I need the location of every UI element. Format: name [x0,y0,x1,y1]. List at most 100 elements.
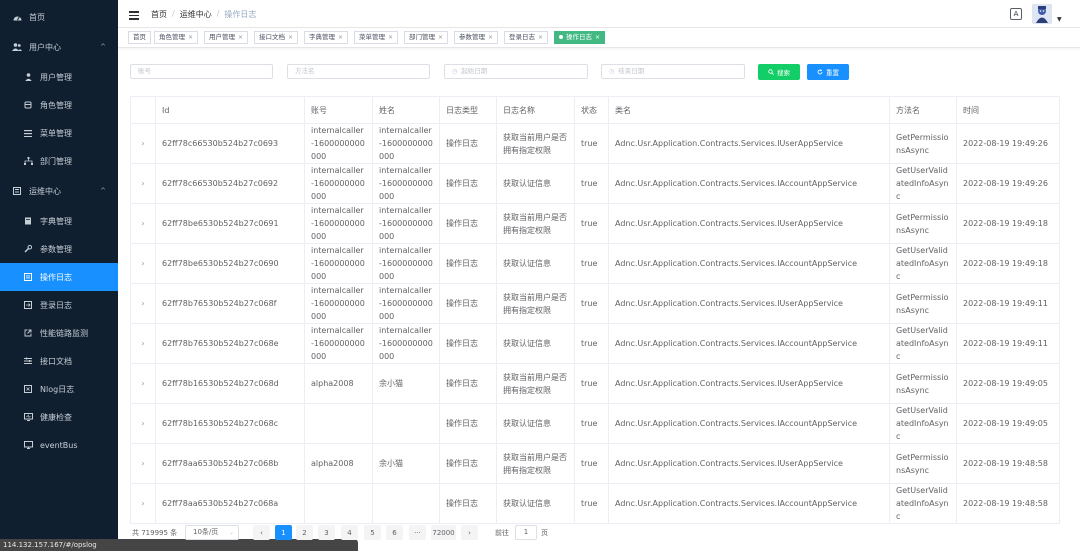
expand-cell[interactable]: › [130,444,156,483]
sidebar-item-role-management[interactable]: 角色管理 [0,91,118,119]
tag-user-management[interactable]: 用户管理 × [204,31,249,44]
tag-role-management[interactable]: 角色管理 × [154,31,199,44]
next-page-button[interactable]: › [461,525,478,540]
close-icon[interactable]: × [438,34,443,41]
sidebar-item-ops-center[interactable]: 运维中心 ^ [0,177,118,205]
language-switch-icon[interactable]: A [1010,8,1022,20]
column-header-logname[interactable]: 日志名称 [497,97,575,123]
close-icon[interactable]: × [538,34,543,41]
start-date-picker[interactable]: ◷ 起始日期 [444,64,588,79]
tag-param-management[interactable]: 参数管理 × [454,31,499,44]
search-button[interactable]: 搜索 [758,64,800,80]
expand-chevron-icon[interactable]: › [141,497,144,510]
hamburger-icon[interactable] [129,11,139,20]
page-ellipsis-button[interactable]: ··· [409,525,426,540]
expand-cell[interactable]: › [130,164,156,203]
page-button-6[interactable]: 6 [386,525,403,540]
sidebar-item-dict-management[interactable]: 字典管理 [0,207,118,235]
prev-page-button[interactable]: ‹ [253,525,270,540]
close-icon[interactable]: × [238,34,243,41]
end-date-picker[interactable]: ◷ 结束日期 [601,64,745,79]
column-header-class[interactable]: 类名 [609,97,890,123]
close-icon[interactable]: × [188,34,193,41]
breadcrumb-ops-center: 运维中心 [179,10,212,19]
table-row[interactable]: › 62ff78c66530b524b27c0693 internalcaller-… [130,124,1060,164]
table-row[interactable]: › 62ff78b76530b524b27c068f internalcaller-… [130,284,1060,324]
page-button-5[interactable]: 5 [364,525,381,540]
page-button-last[interactable]: 72000 [431,525,456,540]
table-row[interactable]: › 62ff78aa6530b524b27c068b alpha2008 余小猫 操作日… [130,444,1060,484]
page-button-3[interactable]: 3 [318,525,335,540]
table-row[interactable]: › 62ff78be6530b524b27c0690 internalcaller-… [130,244,1060,284]
tag-operation-log[interactable]: 操作日志 × [554,31,606,44]
close-icon[interactable]: × [595,34,600,41]
sidebar-item-perf-monitor[interactable]: 性能链路监测 [0,319,118,347]
expand-cell[interactable]: › [130,204,156,243]
page-button-4[interactable]: 4 [341,525,358,540]
expand-chevron-icon[interactable]: › [141,337,144,350]
sidebar-item-login-log[interactable]: 登录日志 [0,291,118,319]
expand-cell[interactable]: › [130,284,156,323]
cell-status: true [575,284,609,323]
column-header-account[interactable]: 账号 [305,97,373,123]
column-header-time[interactable]: 时间 [957,97,1060,123]
caret-down-icon[interactable]: ▼ [1057,16,1062,23]
expand-chevron-icon[interactable]: › [141,217,144,230]
account-input[interactable]: 账号 [130,64,273,79]
expand-cell[interactable]: › [130,404,156,443]
expand-cell[interactable]: › [130,244,156,283]
table-row[interactable]: › 62ff78b16530b524b27c068d alpha2008 余小猫 操作日… [130,364,1060,404]
expand-chevron-icon[interactable]: › [141,177,144,190]
expand-chevron-icon[interactable]: › [141,457,144,470]
tag-dict-management[interactable]: 字典管理 × [304,31,349,44]
column-header-name[interactable]: 姓名 [373,97,440,123]
expand-cell[interactable]: › [130,324,156,363]
column-header-id[interactable]: Id [156,97,305,123]
expand-cell[interactable]: › [130,124,156,163]
page-button-2[interactable]: 2 [296,525,313,540]
breadcrumb-home[interactable]: 首页 [151,9,167,20]
close-icon[interactable]: × [338,34,343,41]
method-input[interactable]: 方法名 [287,64,430,79]
table-row[interactable]: › 62ff78c66530b524b27c0692 internalcaller-… [130,164,1060,204]
expand-chevron-icon[interactable]: › [141,297,144,310]
sidebar-item-home[interactable]: 首页 [0,3,118,31]
column-header-method[interactable]: 方法名 [890,97,957,123]
column-header-status[interactable]: 状态 [575,97,609,123]
table-row[interactable]: › 62ff78aa6530b524b27c068a 操作日志 获取认证信息 true A… [130,484,1060,524]
table-row[interactable]: › 62ff78b16530b524b27c068c 操作日志 获取认证信息 true A… [130,404,1060,444]
page-button-1[interactable]: 1 [275,525,292,540]
tag-dept-management[interactable]: 部门管理 × [404,31,449,44]
expand-cell[interactable]: › [130,364,156,403]
close-icon[interactable]: × [288,34,293,41]
reset-button[interactable]: 重置 [807,64,849,80]
expand-cell[interactable]: › [130,484,156,523]
sidebar-item-nlog[interactable]: Nlog日志 [0,375,118,403]
expand-chevron-icon[interactable]: › [141,417,144,430]
expand-chevron-icon[interactable]: › [141,137,144,150]
sidebar-item-health-check[interactable]: 健康检查 [0,403,118,431]
table-row[interactable]: › 62ff78b76530b524b27c068e internalcaller-… [130,324,1060,364]
page-size-select[interactable]: 10条/页 ⌄ [185,525,239,540]
tag-login-log[interactable]: 登录日志 × [504,31,549,44]
expand-chevron-icon[interactable]: › [141,257,144,270]
close-icon[interactable]: × [388,34,393,41]
tag-menu-management[interactable]: 菜单管理 × [354,31,399,44]
avatar[interactable] [1032,4,1052,24]
cell-time: 2022-08-19 19:49:05 [957,364,1060,403]
sidebar-item-user-center[interactable]: 用户中心 ^ [0,33,118,61]
tag-home[interactable]: 首页 [128,31,151,44]
goto-page-input[interactable]: 1 [515,525,537,540]
column-header-type[interactable]: 日志类型 [440,97,497,123]
sidebar-item-eventbus[interactable]: eventBus [0,431,118,459]
sidebar-item-dept-management[interactable]: 部门管理 [0,147,118,175]
sidebar-item-operation-log[interactable]: 操作日志 [0,263,118,291]
sidebar-item-api-docs[interactable]: 接口文档 [0,347,118,375]
expand-chevron-icon[interactable]: › [141,377,144,390]
table-row[interactable]: › 62ff78be6530b524b27c0691 internalcaller-… [130,204,1060,244]
sidebar-item-param-management[interactable]: 参数管理 [0,235,118,263]
close-icon[interactable]: × [488,34,493,41]
tag-api-docs[interactable]: 接口文档 × [254,31,299,44]
sidebar-item-menu-management[interactable]: 菜单管理 [0,119,118,147]
sidebar-item-user-management[interactable]: 用户管理 [0,63,118,91]
